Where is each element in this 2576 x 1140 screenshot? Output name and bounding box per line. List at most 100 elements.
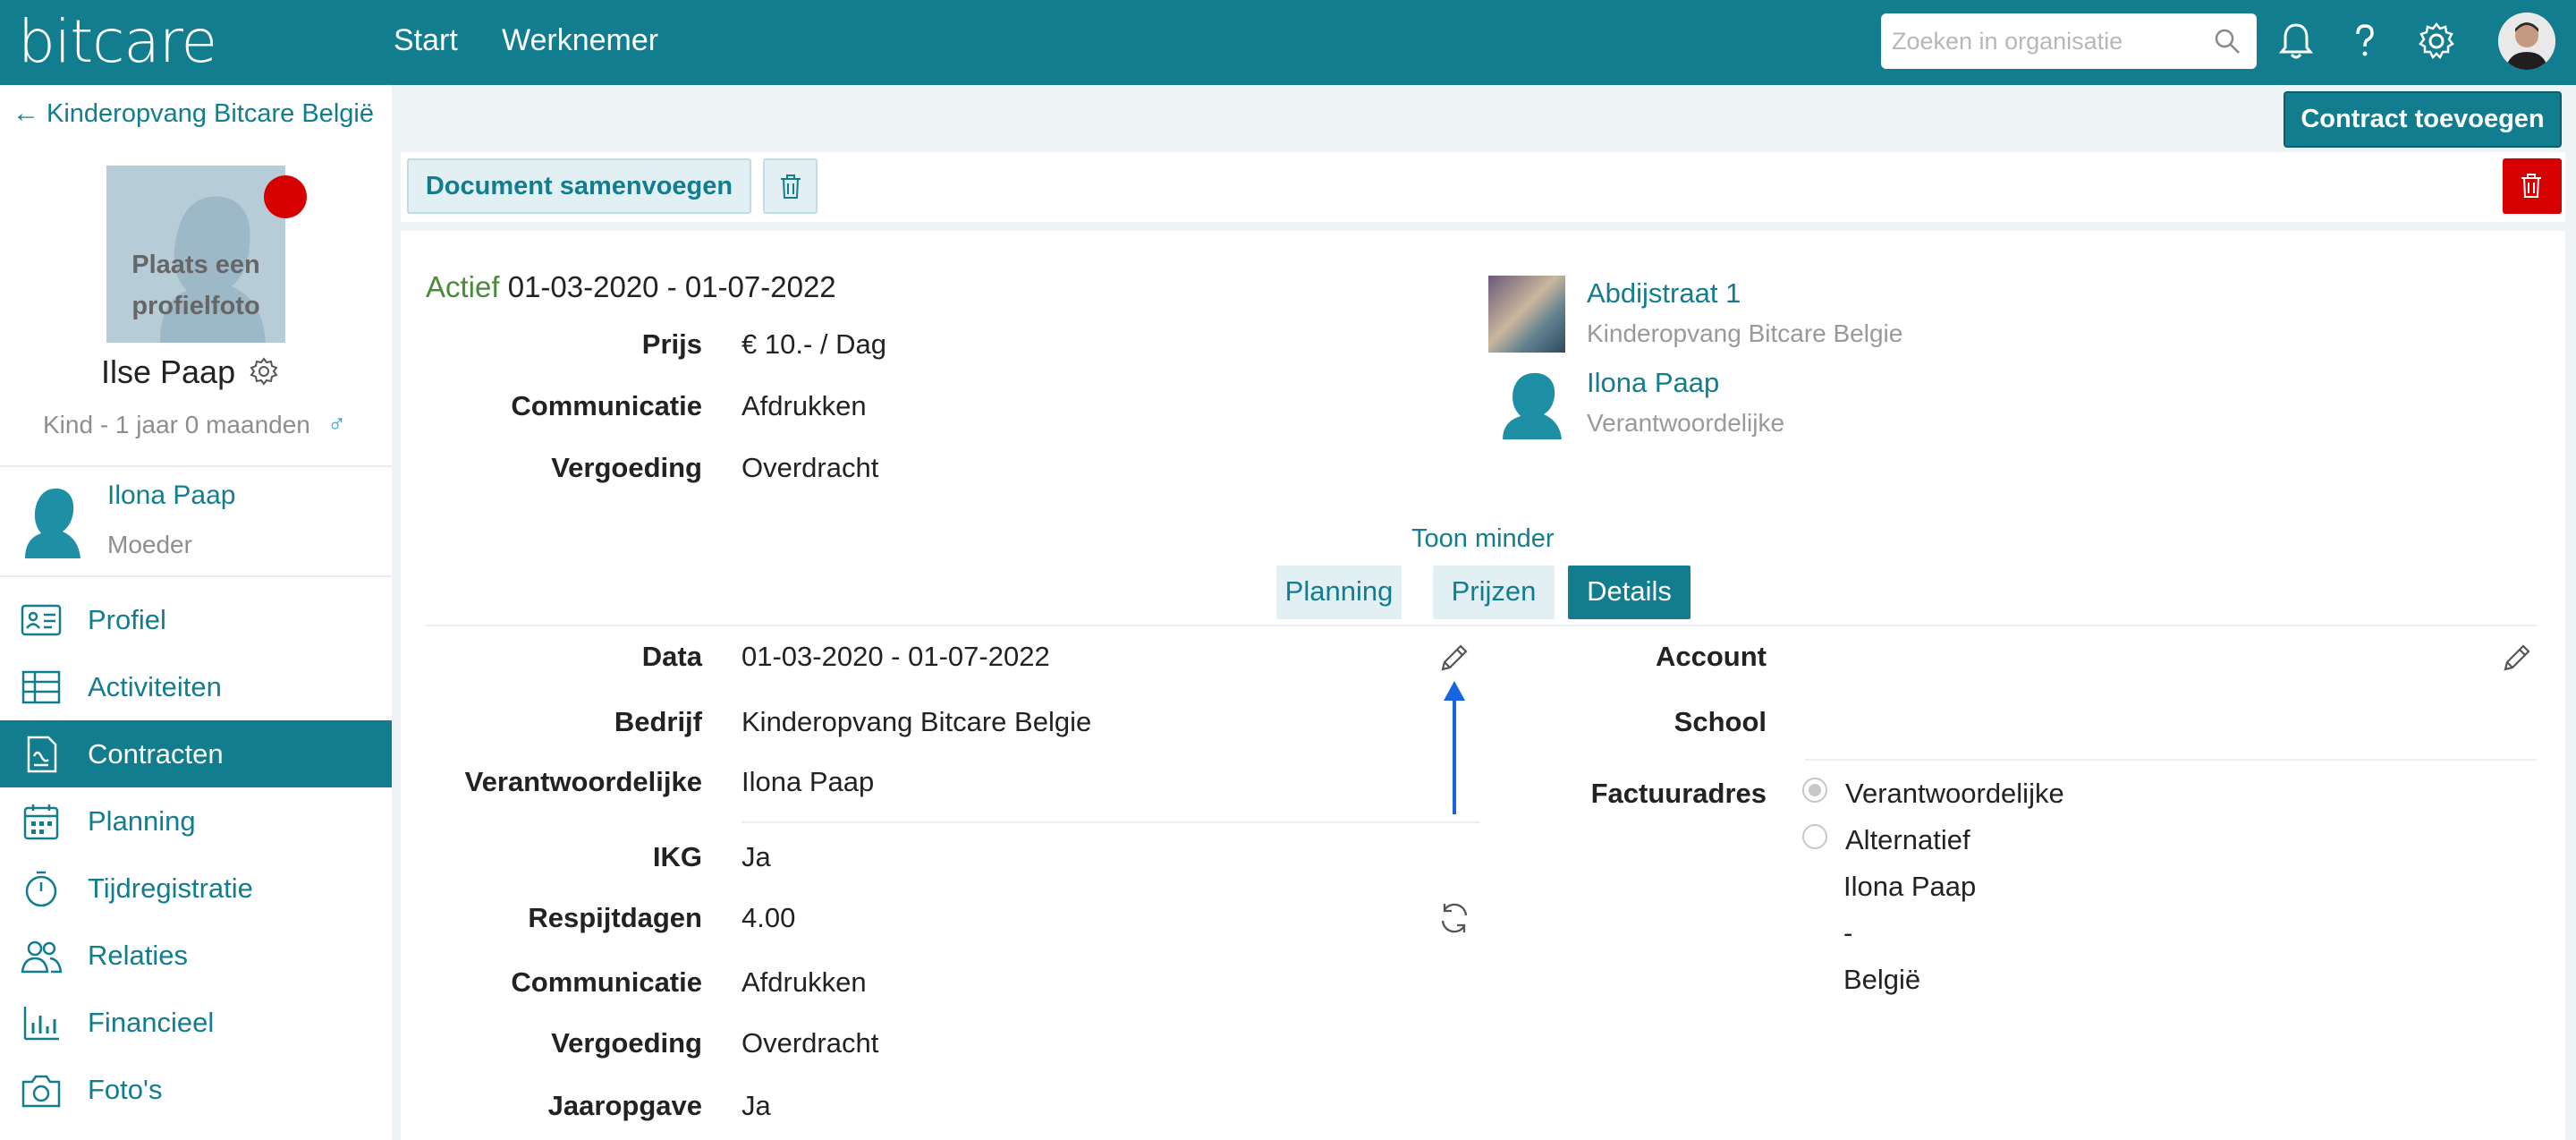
relation-name[interactable]: Ilona Paap bbox=[107, 481, 235, 511]
location-subtitle: Kinderopvang Bitcare Belgie bbox=[1587, 319, 1903, 347]
relation-avatar[interactable] bbox=[13, 476, 84, 558]
gear-icon[interactable] bbox=[249, 356, 279, 387]
user-avatar[interactable] bbox=[2498, 13, 2555, 70]
sidebar-item-fotos[interactable]: Foto's bbox=[0, 1056, 392, 1123]
divider bbox=[1805, 759, 2537, 761]
address-line: België bbox=[1843, 964, 1921, 995]
detail-value: Ja bbox=[741, 1090, 771, 1121]
radio-option-label: Verantwoordelijke bbox=[1845, 778, 2064, 809]
divider bbox=[426, 625, 2537, 626]
bitcare-logo[interactable]: bitcare bbox=[18, 7, 217, 76]
merge-document-button[interactable]: Document samenvoegen bbox=[407, 158, 751, 214]
calendar-icon bbox=[23, 804, 59, 840]
trash-icon bbox=[2521, 174, 2541, 198]
tab-label: Prijzen bbox=[1451, 575, 1537, 607]
pencil-icon[interactable] bbox=[2500, 641, 2534, 675]
sidebar-item-contracten[interactable]: Contracten bbox=[0, 720, 392, 787]
location-title[interactable]: Abdijstraat 1 bbox=[1587, 277, 1741, 310]
profile-photo-placeholder[interactable]: Plaats een profielfoto bbox=[106, 166, 285, 343]
account-label: Account bbox=[1656, 641, 1767, 672]
tab-planning[interactable]: Planning bbox=[1276, 566, 1402, 619]
contract-status: Actief 01-03-2020 - 01-07-2022 bbox=[426, 270, 836, 304]
trash-icon bbox=[781, 174, 801, 199]
add-contract-button[interactable]: Contract toevoegen bbox=[2284, 91, 2562, 148]
sidebar-item-label: Profiel bbox=[88, 604, 166, 635]
sidebar-item-label: Relaties bbox=[88, 940, 188, 971]
refresh-icon[interactable] bbox=[1436, 899, 1473, 937]
search-input[interactable] bbox=[1881, 13, 2257, 69]
detail-label: Vergoeding bbox=[551, 1027, 702, 1059]
sidebar-item-activiteiten[interactable]: Activiteiten bbox=[0, 653, 392, 720]
billing-label: Factuuradres bbox=[1590, 778, 1767, 809]
detail-value: Overdracht bbox=[741, 1027, 879, 1059]
settings-icon[interactable] bbox=[2415, 20, 2458, 63]
detail-label: Bedrijf bbox=[614, 706, 702, 737]
detail-label: Jaaropgave bbox=[547, 1090, 702, 1121]
detail-label: Respijtdagen bbox=[528, 902, 702, 933]
summary-label: Prijs bbox=[641, 328, 702, 360]
sidebar-item-relaties[interactable]: Relaties bbox=[0, 922, 392, 989]
school-label: School bbox=[1674, 706, 1767, 737]
child-name: Ilse Paap bbox=[101, 353, 236, 390]
toggle-less-link[interactable]: Toon minder bbox=[1411, 524, 1555, 554]
summary-value: Overdracht bbox=[741, 452, 879, 483]
search-icon[interactable] bbox=[2213, 27, 2241, 55]
photo-label: Plaats een profielfoto bbox=[131, 251, 260, 320]
sidebar-item-label: Activiteiten bbox=[88, 671, 222, 702]
bell-icon[interactable] bbox=[2275, 20, 2318, 63]
relation-role: Moeder bbox=[107, 531, 192, 558]
detail-value: Kinderopvang Bitcare Belgie bbox=[741, 706, 1092, 737]
table-icon bbox=[21, 670, 61, 704]
sidebar-item-label: Foto's bbox=[88, 1074, 163, 1105]
sidebar-item-label: Tijdregistratie bbox=[88, 872, 253, 904]
trash-button[interactable] bbox=[763, 158, 818, 214]
radio-verantwoordelijke[interactable] bbox=[1802, 778, 1827, 803]
sidebar-item-label: Contracten bbox=[88, 738, 224, 770]
responsible-title[interactable]: Ilona Paap bbox=[1587, 367, 1719, 399]
address-line: - bbox=[1843, 917, 1853, 949]
address-line: Ilona Paap bbox=[1843, 871, 1977, 902]
male-icon: ♂ bbox=[327, 410, 346, 438]
summary-label: Communicatie bbox=[511, 390, 702, 421]
status-label: Actief bbox=[426, 270, 500, 303]
back-link-label: Kinderopvang Bitcare België bbox=[47, 99, 374, 128]
summary-label: Vergoeding bbox=[551, 452, 702, 483]
contract-icon bbox=[27, 736, 57, 773]
radio-option-label: Alternatief bbox=[1845, 824, 1970, 855]
contract-period: 01-03-2020 - 01-07-2022 bbox=[507, 270, 836, 303]
status-dot bbox=[264, 175, 307, 218]
help-icon[interactable] bbox=[2343, 20, 2386, 63]
sidebar-item-tijdregistratie[interactable]: Tijdregistratie bbox=[0, 855, 392, 922]
detail-value: 4.00 bbox=[741, 902, 796, 933]
child-info: Kind - 1 jaar 0 maanden bbox=[43, 411, 310, 438]
stopwatch-icon bbox=[25, 871, 57, 907]
sidebar-item-label: Planning bbox=[88, 805, 196, 837]
id-card-icon bbox=[21, 604, 62, 636]
camera-icon bbox=[21, 1075, 61, 1108]
delete-contract-button[interactable] bbox=[2503, 158, 2562, 214]
summary-value: Afdrukken bbox=[741, 390, 867, 421]
detail-value: Ilona Paap bbox=[741, 766, 875, 797]
sidebar-item-profiel[interactable]: Profiel bbox=[0, 586, 392, 653]
nav-start[interactable]: Start bbox=[394, 23, 458, 58]
divider bbox=[0, 575, 392, 577]
back-link[interactable]: ← Kinderopvang Bitcare België bbox=[13, 98, 374, 129]
sidebar-item-label: Financieel bbox=[88, 1007, 215, 1038]
detail-label: Data bbox=[641, 641, 702, 672]
detail-value: Afdrukken bbox=[741, 966, 867, 998]
responsible-subtitle: Verantwoordelijke bbox=[1587, 409, 1785, 437]
tab-prijzen[interactable]: Prijzen bbox=[1433, 566, 1555, 619]
tab-label: Planning bbox=[1284, 575, 1394, 607]
tab-label: Details bbox=[1587, 575, 1672, 607]
tab-details[interactable]: Details bbox=[1568, 566, 1690, 619]
nav-werknemer[interactable]: Werknemer bbox=[502, 23, 658, 58]
divider bbox=[0, 465, 392, 467]
summary-value: € 10.- / Dag bbox=[741, 328, 886, 360]
divider bbox=[741, 821, 1480, 823]
sidebar-item-planning[interactable]: Planning bbox=[0, 787, 392, 855]
sidebar-item-financieel[interactable]: Financieel bbox=[0, 989, 392, 1056]
detail-label: Verantwoordelijke bbox=[464, 766, 702, 797]
radio-alternatief[interactable] bbox=[1802, 824, 1827, 849]
arrow-left-icon: ← bbox=[13, 98, 39, 128]
detail-label: IKG bbox=[652, 841, 702, 872]
